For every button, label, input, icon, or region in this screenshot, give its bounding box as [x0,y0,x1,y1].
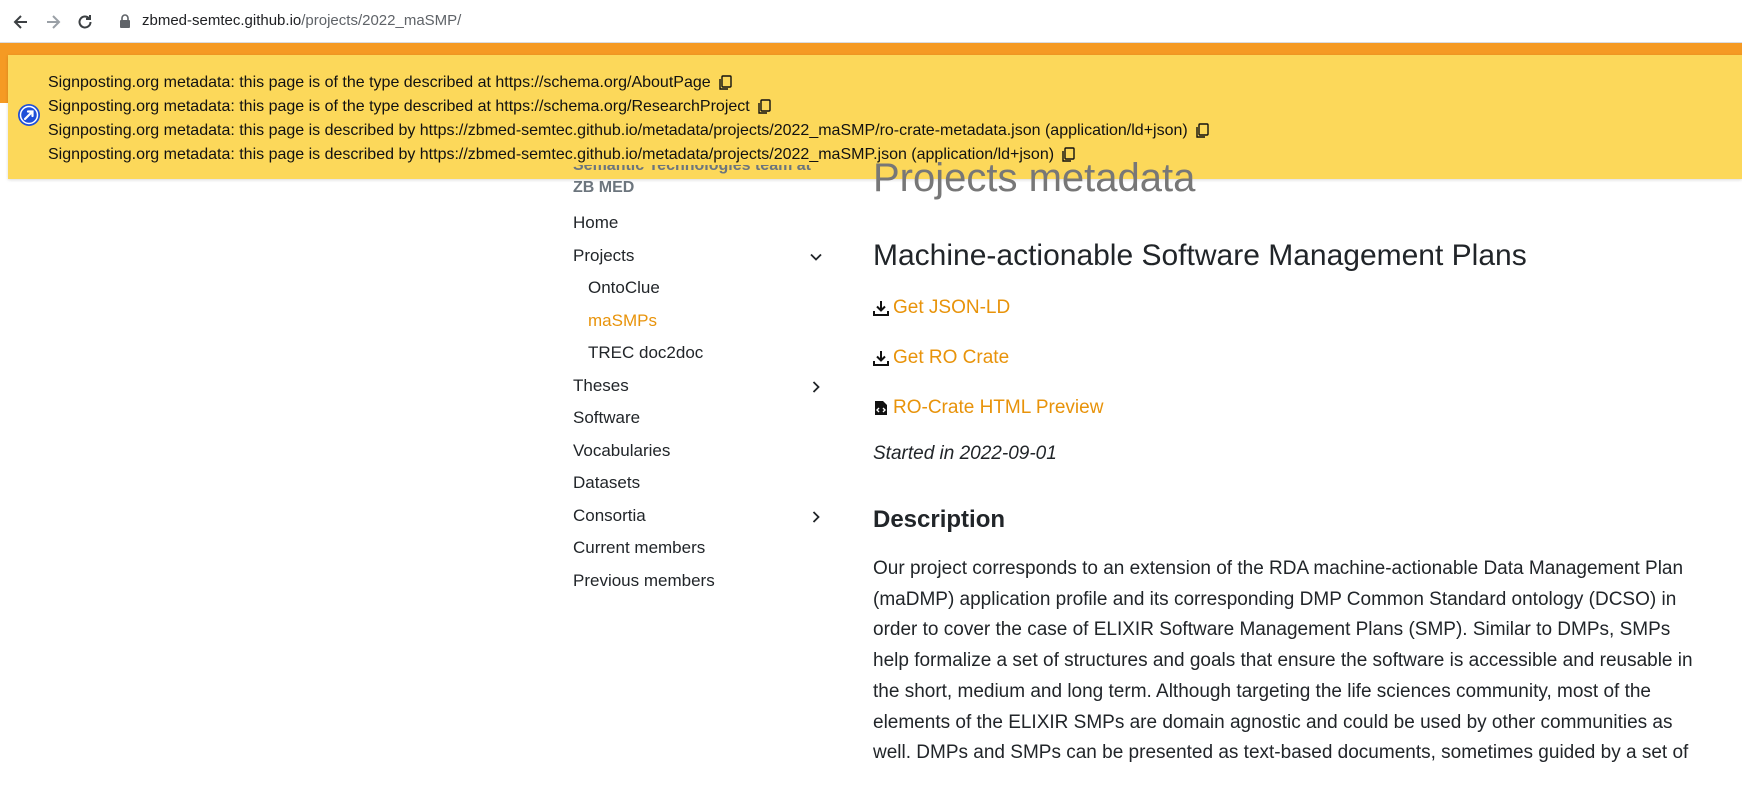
chevron-right-icon[interactable] [809,380,823,394]
chevron-right-icon[interactable] [809,510,823,524]
sidebar-menu: Home Projects OntoClue maSMPs TREC doc2d… [573,207,823,597]
sidebar-item-current-members[interactable]: Current members [573,532,823,565]
url-host: zbmed-semtec.github.io [142,12,302,29]
chevron-down-icon[interactable] [809,250,823,264]
get-json-ld-link[interactable]: Get JSON-LD [893,290,1010,326]
notice-line-text: Signposting.org metadata: this page is o… [48,74,711,91]
sidebar-item-label: OntoClue [588,278,660,297]
sidebar-item-ontoclue[interactable]: OntoClue [573,272,823,305]
sidebar-item-label: Current members [573,538,706,557]
arrow-left-icon [13,15,27,29]
sidebar-item-label: Datasets [573,473,641,492]
sidebar-item-label: Vocabularies [573,440,671,460]
copy-icon[interactable] [1195,123,1209,139]
notice-line-text: Signposting.org metadata: this page is o… [48,98,750,115]
sidebar-item-previous-members[interactable]: Previous members [573,565,823,598]
sidebar-item-label: Home [573,213,619,232]
reload-button[interactable] [73,10,97,34]
sidebar-item-label: Consortia [573,505,646,525]
ro-crate-html-preview-link[interactable]: RO-Crate HTML Preview [893,390,1103,426]
back-button[interactable] [9,10,33,34]
notice-line: Signposting.org metadata: this page is d… [48,119,1209,143]
ro-crate-link-row: Get RO Crate [873,340,1693,376]
sidebar: Semantic Technologies team at ZB MED Hom… [573,165,823,597]
site-title-line1: Semantic Technologies team at [573,165,811,174]
url-path: /projects/2022_maSMP/ [301,12,462,29]
arrow-right-icon [47,15,61,29]
sidebar-item-home[interactable]: Home [573,207,823,240]
sidebar-item-masmps[interactable]: maSMPs [573,305,823,338]
reload-icon [78,15,92,29]
started-date: Started in 2022-09-01 [873,443,1057,464]
sidebar-item-datasets[interactable]: Datasets [573,467,823,500]
project-title: Machine-actionable Software Management P… [873,239,1527,272]
notice-line: Signposting.org metadata: this page is o… [48,95,1209,119]
get-ro-crate-link[interactable]: Get RO Crate [893,340,1009,376]
sidebar-item-trec-doc2doc[interactable]: TREC doc2doc [573,337,823,370]
description-heading: Description [873,506,1006,533]
sidebar-item-label: Software [573,408,641,427]
file-code-icon [875,401,887,415]
lock-icon [120,14,130,28]
download-icon [873,301,889,316]
description-text: Our project corresponds to an extension … [873,558,1693,764]
copy-icon[interactable] [718,75,732,91]
json-ld-link-row: Get JSON-LD [873,290,1693,326]
main-content: Projects metadata Machine-actionable Sof… [873,156,1693,769]
site-title-line2: ZB MED [573,179,635,196]
address-bar[interactable]: zbmed-semtec.github.io/projects/2022_maS… [142,12,461,29]
sidebar-item-label: TREC doc2doc [588,343,704,362]
notice-line: Signposting.org metadata: this page is o… [48,71,1209,95]
sidebar-item-consortia[interactable]: Consortia [573,500,823,533]
download-icon [873,351,889,366]
sidebar-item-label: Projects [573,245,635,265]
ro-crate-preview-link-row: RO-Crate HTML Preview [873,390,1693,426]
notice-line-text: Signposting.org metadata: this page is d… [48,122,1188,139]
sidebar-item-software[interactable]: Software [573,402,823,435]
sidebar-item-vocabularies[interactable]: Vocabularies [573,435,823,468]
sidebar-item-theses[interactable]: Theses [573,370,823,403]
sidebar-item-label: Theses [573,375,629,395]
signposting-icon [18,104,40,126]
sidebar-item-label: maSMPs [588,310,657,330]
sidebar-item-label: Previous members [573,570,715,590]
site-title[interactable]: Semantic Technologies team at ZB MED [573,165,823,199]
page-title: Projects metadata [873,156,1196,200]
browser-toolbar: zbmed-semtec.github.io/projects/2022_maS… [0,0,1742,43]
forward-button[interactable] [41,10,65,34]
sidebar-item-projects[interactable]: Projects [573,240,823,273]
copy-icon[interactable] [757,99,771,115]
